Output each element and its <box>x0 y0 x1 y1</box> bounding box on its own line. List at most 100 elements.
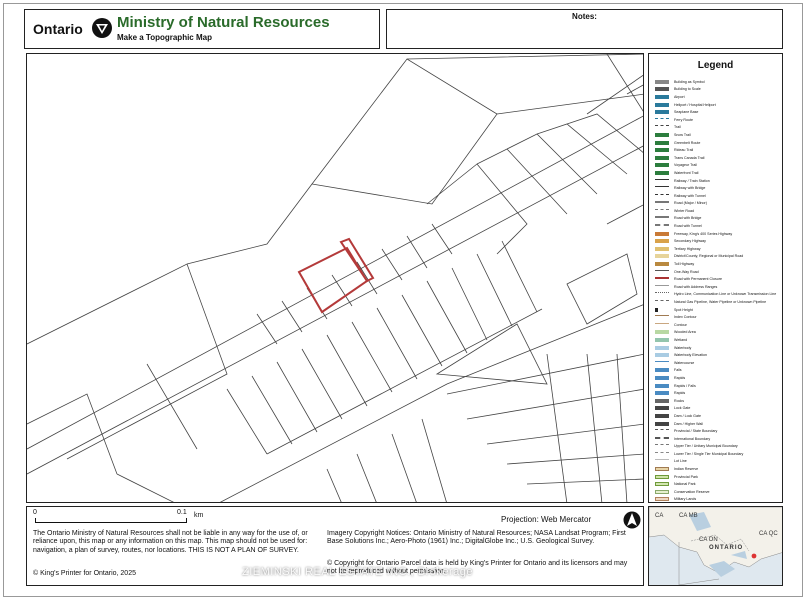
legend-swatch-icon <box>655 391 669 396</box>
legend-swatch-icon <box>655 489 669 494</box>
legend-item: Dam / Higher Wall <box>655 420 778 428</box>
overview-minimap[interactable]: CA CA MB CA ON CA QC ONTARIO <box>648 506 783 586</box>
legend-swatch-icon <box>655 284 669 289</box>
legend-panel: Legend Building as Symbol Building to Sca… <box>648 53 783 503</box>
legend-item: Index Contour <box>655 313 778 321</box>
legend-swatch-icon <box>655 436 669 441</box>
legend-item-label: Provincial Park <box>674 474 698 479</box>
legend-item-label: Rapids / Falls <box>674 383 696 388</box>
legend-swatch-icon <box>655 216 669 220</box>
legend-item-label: Rideau Trail <box>674 148 694 153</box>
legend-item-label: Conservation Reserve <box>674 489 710 494</box>
legend-item-label: Waterbody Elevation <box>674 353 708 358</box>
legend-swatch-icon <box>655 368 669 373</box>
lot-rear-south <box>266 308 543 455</box>
legend-swatch-icon <box>655 360 669 365</box>
legend-item-label: Building as Symbol <box>674 79 705 84</box>
legend-item-label: Greenbelt Route <box>674 140 701 145</box>
legend-item-label: International Boundary <box>674 436 711 441</box>
legend-swatch-icon <box>655 322 669 327</box>
legend-item-label: National Park <box>674 482 696 487</box>
legend-item-label: Winter Road <box>674 208 694 213</box>
legend-item: Snow Trail <box>655 131 778 139</box>
legend-item-label: Rapids <box>674 391 686 396</box>
legend-swatch-icon <box>655 170 669 175</box>
legend-item-label: Watercourse <box>674 360 695 365</box>
legend-item: Road with Address Ranges <box>655 283 778 291</box>
legend-item-label: Lock Gate <box>674 406 691 411</box>
legend-item-label: Rapids <box>674 375 686 380</box>
legend-item: Wetland <box>655 336 778 344</box>
legend-item: Spot Height <box>655 306 778 314</box>
scale-value-label: 0.1 <box>177 509 187 516</box>
legend-item-label: Wetland <box>674 337 688 342</box>
legend-item-label: Contour <box>674 322 687 327</box>
legend-item-label: Dam / Lock Gate <box>674 413 701 418</box>
legend-item: Road with Bridge <box>655 215 778 223</box>
legend-swatch-icon <box>655 345 669 350</box>
scale-tick-start <box>35 518 36 523</box>
legend-title: Legend <box>697 60 734 71</box>
legend-item-label: Road with Permanent Closure <box>674 277 722 282</box>
legend-item-label: Indian Reserve <box>674 467 699 472</box>
legend-item-label: Road (Major / Minor) <box>674 201 707 206</box>
legend-item: Provincial Park <box>655 473 778 481</box>
legend-item-label: Provincial / State Boundary <box>674 429 718 434</box>
trillium-logo-icon <box>92 18 112 38</box>
legend-item: Airport <box>655 93 778 101</box>
notes-label: Notes: <box>572 12 597 21</box>
lot-west <box>27 263 228 460</box>
legend-items: Building as Symbol Building to Scale Airpo… <box>655 78 778 503</box>
legend-item: Freeway, King's 400 Series Highway <box>655 230 778 238</box>
legend-swatch-icon <box>655 497 669 502</box>
legend-swatch-icon <box>655 186 669 190</box>
legend-item: Secondary Highway <box>655 237 778 245</box>
subject-parcel-sliver[interactable] <box>339 237 375 283</box>
legend-item-label: Spot Height <box>674 307 693 312</box>
subject-parcel[interactable] <box>297 246 369 314</box>
legend-item: Natural Gas Pipeline, Water Pipeline or … <box>655 298 778 306</box>
legend-swatch-icon <box>655 429 669 433</box>
legend-swatch-icon <box>655 148 669 153</box>
legend-item-label: Toll Highway <box>674 262 695 267</box>
legend-item-label: Wooded Area <box>674 330 696 335</box>
legend-swatch-icon <box>655 482 669 487</box>
legend-item: One-Way Road <box>655 268 778 276</box>
road-edge-south <box>27 145 643 475</box>
location-marker <box>751 553 757 559</box>
legend-swatch-icon <box>655 110 669 115</box>
legend-item-label: Heliport / Hospital Heliport <box>674 102 716 107</box>
legend-item-label: Natural Gas Pipeline, Water Pipeline or … <box>674 300 767 305</box>
legend-swatch-icon <box>655 94 669 99</box>
legend-item-label: Railway / Train Station <box>674 178 710 183</box>
legend-swatch-icon <box>655 398 669 403</box>
legend-item-label: Seaplane Base <box>674 110 699 115</box>
legend-item: Building to Scale <box>655 86 778 94</box>
legend-item: Trail <box>655 124 778 132</box>
map-view[interactable] <box>26 53 644 503</box>
notes-panel[interactable]: Notes: <box>386 9 783 49</box>
legend-item: Road with Tunnel <box>655 222 778 230</box>
north-arrow-icon <box>623 511 641 529</box>
legend-item-label: Secondary Highway <box>674 239 706 244</box>
legend-item: Trans Canada Trail <box>655 154 778 162</box>
legend-item-label: Hydro Line, Communication Line or Unknow… <box>674 292 777 297</box>
scale-bar <box>35 520 187 523</box>
legend-swatch-icon <box>655 87 669 92</box>
strip-lots-south <box>226 240 538 455</box>
legend-swatch-icon <box>655 193 669 198</box>
legend-swatch-icon <box>655 459 669 463</box>
legend-swatch-icon <box>655 117 669 122</box>
legend-swatch-icon <box>655 178 669 183</box>
legend-item: District/County, Regional or Municipal R… <box>655 253 778 261</box>
legend-swatch-icon <box>655 315 669 319</box>
legend-item: Conservation Reserve <box>655 488 778 496</box>
legend-swatch-icon <box>655 224 669 228</box>
legend-item: Rideau Trail <box>655 146 778 154</box>
legend-swatch-icon <box>655 353 669 358</box>
lots-northeast <box>426 113 643 255</box>
minimap-label: CA MB <box>679 513 698 519</box>
legend-item-label: Snow Trail <box>674 132 691 137</box>
legend-item: Lock Gate <box>655 405 778 413</box>
legend-swatch-icon <box>655 467 669 472</box>
